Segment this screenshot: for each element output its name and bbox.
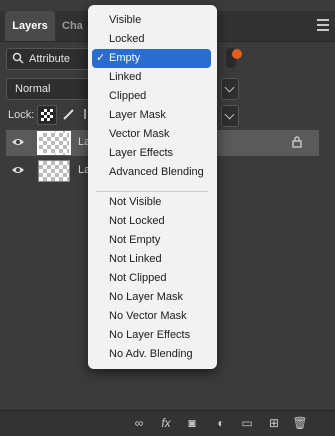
checkerboard-icon (41, 109, 53, 121)
checkmark-icon: ✓ (96, 52, 106, 64)
fill-dropdown[interactable] (221, 105, 239, 127)
menu-divider (96, 191, 208, 192)
filter-toggle-indicator (232, 49, 242, 59)
folder-icon[interactable]: ▭ (239, 416, 255, 430)
menu-item-clipped[interactable]: Clipped (88, 87, 217, 106)
brush-icon[interactable] (62, 107, 76, 121)
filter-type-label: Attribute (29, 53, 70, 65)
layer-thumbnail (37, 131, 71, 155)
menu-item-linked[interactable]: Linked (88, 68, 217, 87)
menu-item-empty[interactable]: ✓ Empty (92, 49, 211, 68)
menu-item-no-adv-blending[interactable]: No Adv. Blending (88, 345, 217, 364)
mask-icon[interactable]: ◙ (184, 416, 200, 430)
menu-item-not-empty[interactable]: Not Empty (88, 231, 217, 250)
adjustment-icon[interactable]: ◐ (213, 416, 229, 430)
bottom-toolbar: ∞ fx ◙ ◐ ▭ ⊞ 🗑 (0, 410, 335, 436)
trash-icon[interactable]: 🗑 (292, 416, 308, 430)
eye-icon[interactable] (11, 137, 25, 147)
panel-menu-icon[interactable] (317, 19, 329, 31)
lock-icon (292, 136, 302, 148)
tab-layers[interactable]: Layers (5, 11, 55, 41)
lock-label: Lock: (8, 109, 35, 121)
layer-thumbnail (38, 160, 70, 182)
menu-item-no-vector-mask[interactable]: No Vector Mask (88, 307, 217, 326)
menu-item-not-locked[interactable]: Not Locked (88, 212, 217, 231)
menu-item-vector-mask[interactable]: Vector Mask (88, 125, 217, 144)
chevron-down-icon (224, 82, 235, 93)
blend-mode-label: Normal (15, 83, 51, 95)
filter-type-select[interactable]: Attribute (6, 48, 90, 70)
tab-channels[interactable]: Cha (62, 11, 83, 41)
menu-item-visible[interactable]: Visible (88, 11, 217, 30)
lock-transparent-pixels-button[interactable] (37, 105, 57, 125)
menu-item-no-layer-effects[interactable]: No Layer Effects (88, 326, 217, 345)
eye-icon[interactable] (11, 165, 25, 175)
opacity-dropdown[interactable] (221, 78, 239, 100)
new-layer-icon[interactable]: ⊞ (266, 416, 282, 430)
menu-item-locked[interactable]: Locked (88, 30, 217, 49)
menu-item-not-visible[interactable]: Not Visible (88, 193, 217, 212)
menu-item-advanced-blending[interactable]: Advanced Blending (88, 163, 217, 182)
filter-attribute-dropdown: Visible Locked ✓ Empty Linked Clipped La… (88, 5, 217, 369)
menu-item-layer-effects[interactable]: Layer Effects (88, 144, 217, 163)
chevron-down-icon (224, 109, 235, 120)
menu-item-layer-mask[interactable]: Layer Mask (88, 106, 217, 125)
blend-mode-select[interactable]: Normal (6, 78, 90, 100)
menu-item-not-clipped[interactable]: Not Clipped (88, 269, 217, 288)
link-icon[interactable]: ∞ (131, 416, 147, 430)
menu-item-no-layer-mask[interactable]: No Layer Mask (88, 288, 217, 307)
menu-item-not-linked[interactable]: Not Linked (88, 250, 217, 269)
fx-icon[interactable]: fx (158, 416, 174, 430)
search-icon (12, 52, 24, 64)
